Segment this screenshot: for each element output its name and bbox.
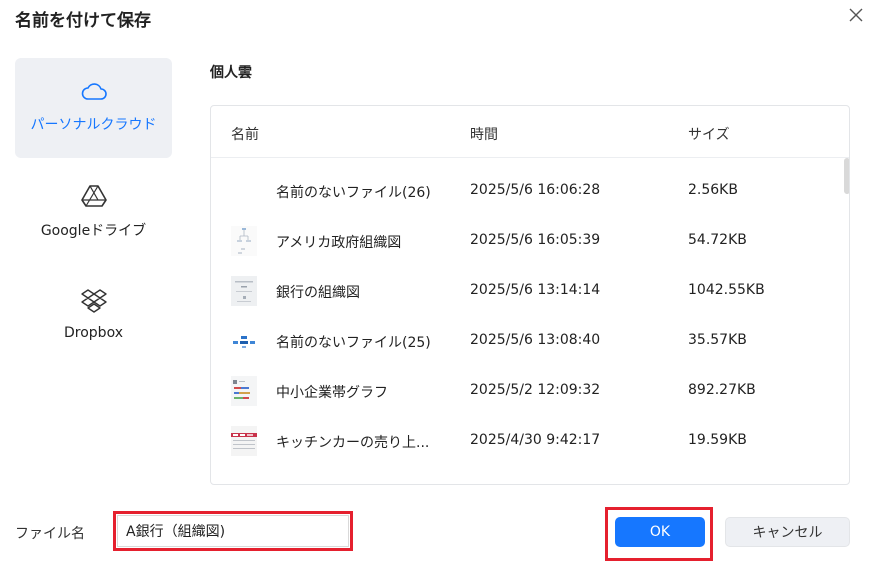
- file-size: 892.27KB: [688, 382, 756, 398]
- file-time: 2025/5/6 16:05:39: [470, 232, 601, 248]
- table-row[interactable]: 名前のないファイル(26) 2025/5/6 16:06:28 2.56KB: [211, 166, 841, 216]
- file-size: 2.56KB: [688, 182, 738, 198]
- file-name: アメリカ政府組織図: [276, 235, 402, 251]
- file-name: 銀行の組織図: [276, 285, 360, 301]
- cloud-icon: [15, 58, 172, 102]
- filename-input[interactable]: [117, 515, 349, 547]
- table-row[interactable]: 名前のないファイル(25) 2025/5/6 13:08:40 35.57KB: [211, 316, 841, 366]
- dialog-title: 名前を付けて保存: [15, 11, 151, 31]
- close-icon: [845, 4, 867, 26]
- close-button[interactable]: [845, 4, 867, 26]
- dropbox-icon: [15, 277, 172, 313]
- sidebar-item-dropbox[interactable]: Dropbox: [15, 277, 172, 357]
- file-thumbnail-icon: [231, 276, 257, 306]
- file-thumbnail-icon: [231, 326, 257, 356]
- file-thumbnail-icon: [231, 376, 257, 406]
- file-size: 19.59KB: [688, 432, 747, 448]
- file-name: キッチンカーの売り上...: [276, 435, 430, 451]
- sidebar-item-personal-cloud[interactable]: パーソナルクラウド: [15, 58, 172, 158]
- sidebar-item-label: パーソナルクラウド: [30, 117, 157, 133]
- file-name: 名前のないファイル(25): [276, 335, 431, 351]
- file-list-panel: 名前 時間 サイズ 名前のないファイル(26) 2025/5/6 16:06:2…: [210, 105, 850, 485]
- column-header-name[interactable]: 名前: [231, 124, 259, 144]
- file-time: 2025/5/2 12:09:32: [470, 382, 601, 398]
- file-name: 中小企業帯グラフ: [276, 385, 388, 401]
- table-row[interactable]: 銀行の組織図 2025/5/6 13:14:14 1042.55KB: [211, 266, 841, 316]
- cancel-button[interactable]: キャンセル: [725, 517, 850, 547]
- column-header-time[interactable]: 時間: [470, 124, 498, 144]
- file-thumbnail-icon: [231, 226, 257, 256]
- file-thumbnail-icon: [231, 176, 257, 206]
- scrollbar-thumb[interactable]: [844, 158, 849, 194]
- file-time: 2025/5/6 13:08:40: [470, 332, 601, 348]
- sidebar-item-label: Dropbox: [64, 325, 123, 341]
- sidebar-item-google-drive[interactable]: Googleドライブ: [15, 172, 172, 252]
- table-row[interactable]: アメリカ政府組織図 2025/5/6 16:05:39 54.72KB: [211, 216, 841, 266]
- file-time: 2025/5/6 16:06:28: [470, 182, 601, 198]
- file-size: 54.72KB: [688, 232, 747, 248]
- file-time: 2025/5/6 13:14:14: [470, 282, 601, 298]
- column-header-size[interactable]: サイズ: [688, 124, 730, 144]
- table-row[interactable]: 中小企業帯グラフ 2025/5/2 12:09:32 892.27KB: [211, 366, 841, 416]
- sidebar-item-label: Googleドライブ: [40, 223, 147, 239]
- location-title: 個人雲: [210, 65, 252, 81]
- table-row[interactable]: キッチンカーの売り上... 2025/4/30 9:42:17 19.59KB: [211, 416, 841, 466]
- file-thumbnail-icon: [231, 426, 257, 456]
- file-size: 35.57KB: [688, 332, 747, 348]
- ok-button[interactable]: OK: [615, 517, 705, 547]
- file-list-scrollbar[interactable]: [843, 158, 849, 478]
- file-list-header: 名前 時間 サイズ: [211, 106, 849, 158]
- google-drive-icon: [15, 172, 172, 208]
- file-size: 1042.55KB: [688, 282, 765, 298]
- file-time: 2025/4/30 9:42:17: [470, 432, 601, 448]
- file-name: 名前のないファイル(26): [276, 185, 431, 201]
- filename-label: ファイル名: [15, 526, 85, 542]
